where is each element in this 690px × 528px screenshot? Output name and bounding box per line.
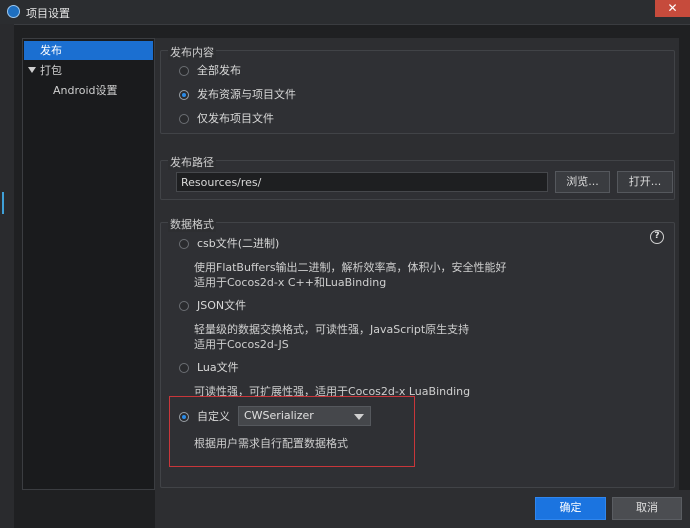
radio-button[interactable] [179, 239, 189, 249]
dialog-footer [155, 490, 690, 528]
sidebar-item-label: Android设置 [53, 84, 118, 97]
radio-label: Lua文件 [197, 361, 239, 374]
cancel-button[interactable]: 取消 [612, 497, 682, 520]
settings-sidebar: 发布 打包 Android设置 [22, 38, 155, 490]
section-title: 发布内容 [168, 44, 216, 60]
json-description: 轻量级的数据交换格式，可读性强，JavaScript原生支持 [194, 323, 470, 336]
json-applicability: 适用于Cocos2d-JS [194, 338, 289, 351]
title-bar: 项目设置 ✕ [0, 0, 690, 25]
radio-label: 仅发布项目文件 [197, 112, 274, 125]
radio-label: 发布资源与项目文件 [197, 88, 296, 101]
section-title: 发布路径 [168, 154, 216, 170]
sidebar-item-publish[interactable]: 发布 [24, 41, 153, 60]
radio-button[interactable] [179, 90, 189, 100]
radio-label: csb文件(二进制) [197, 237, 280, 250]
publish-path-input[interactable] [176, 172, 548, 192]
ok-button[interactable]: 确定 [535, 497, 606, 520]
csb-description: 使用FlatBuffers输出二进制，解析效率高，体积小，安全性能好 [194, 261, 507, 274]
highlight-annotation-box [169, 396, 415, 467]
window-title: 项目设置 [26, 7, 70, 20]
section-title: 数据格式 [168, 216, 216, 232]
radio-button[interactable] [179, 114, 189, 124]
sidebar-item-package[interactable]: 打包 [24, 61, 153, 80]
help-icon[interactable]: ? [650, 230, 664, 244]
browse-button[interactable]: 浏览... [555, 171, 610, 193]
radio-label: JSON文件 [197, 299, 247, 312]
radio-button[interactable] [179, 363, 189, 373]
radio-label: 全部发布 [197, 64, 241, 77]
radio-button[interactable] [179, 66, 189, 76]
csb-applicability: 适用于Cocos2d-x C++和LuaBinding [194, 276, 387, 289]
app-icon [7, 5, 20, 18]
expand-triangle-icon[interactable] [28, 67, 36, 73]
sidebar-item-label: 打包 [40, 64, 62, 77]
close-button[interactable]: ✕ [655, 0, 690, 17]
sidebar-item-label: 发布 [40, 44, 62, 57]
open-button[interactable]: 打开... [617, 171, 673, 193]
left-edge-strip [0, 24, 14, 528]
sidebar-item-android-settings[interactable]: Android设置 [24, 81, 153, 100]
edge-marker [2, 192, 4, 214]
radio-button[interactable] [179, 301, 189, 311]
